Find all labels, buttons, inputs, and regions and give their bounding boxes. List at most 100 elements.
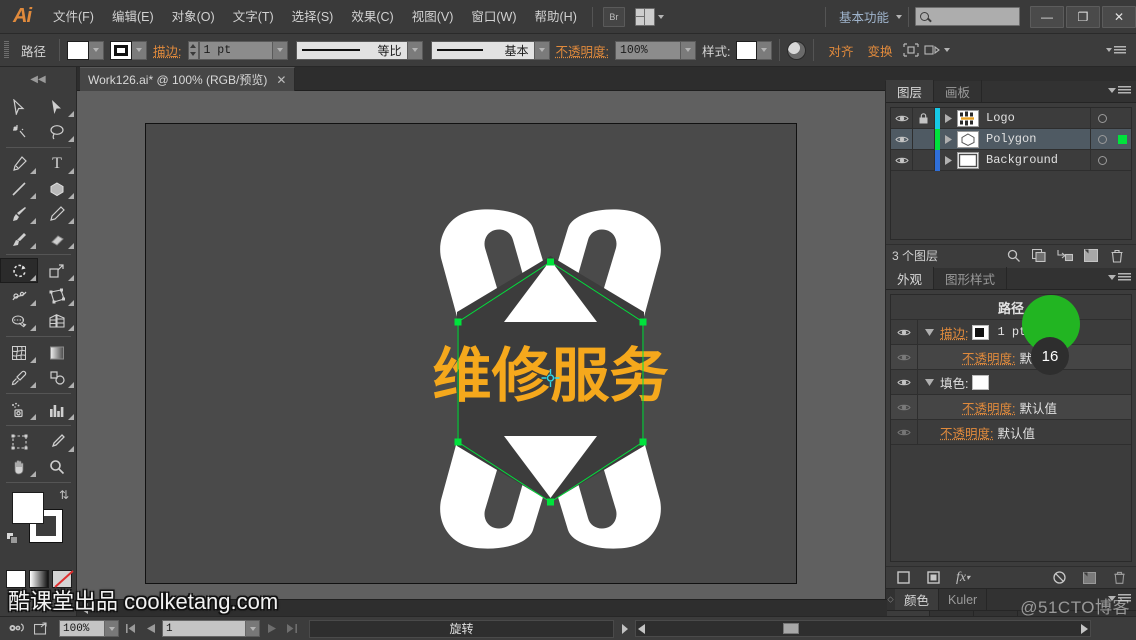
fill-color-control[interactable] <box>67 40 105 60</box>
layer-name[interactable]: Logo <box>986 111 1090 125</box>
tab-graphic-styles[interactable]: 图形样式 <box>934 267 1008 289</box>
opacity-input[interactable]: 100% <box>614 40 681 60</box>
options-bar-menu-button[interactable] <box>1106 45 1126 55</box>
appearance-visibility-toggle[interactable] <box>891 419 918 445</box>
stroke-dropdown-icon[interactable] <box>132 40 148 60</box>
layer-name[interactable]: Polygon <box>986 132 1090 146</box>
profile-dropdown-icon[interactable] <box>407 40 423 60</box>
duplicate-item-icon[interactable] <box>1079 569 1099 587</box>
stroke-weight-input[interactable]: 1 pt <box>198 40 273 60</box>
layer-lock-toggle[interactable] <box>913 107 935 129</box>
fill-row-swatch[interactable] <box>972 374 990 390</box>
maximize-button[interactable]: ❐ <box>1066 5 1100 28</box>
tab-artboards[interactable]: 画板 <box>934 80 983 102</box>
symbol-sprayer-tool[interactable] <box>0 397 38 422</box>
appearance-row-stroke[interactable]: 描边: 1 pt <box>891 319 1131 345</box>
layer-target-button[interactable] <box>1090 128 1113 150</box>
fill-color-box[interactable] <box>12 492 44 524</box>
stroke-row-label[interactable]: 描边: <box>940 323 968 342</box>
appearance-expand-icon[interactable] <box>918 328 940 336</box>
layer-target-button[interactable] <box>1090 149 1113 171</box>
layer-target-button[interactable] <box>1090 107 1113 129</box>
menu-select[interactable]: 选择(S) <box>283 0 343 34</box>
isolate-selected-object-icon[interactable] <box>900 41 922 60</box>
fill-row-label[interactable]: 填色: <box>940 373 968 392</box>
make-clipping-mask-icon[interactable] <box>1026 246 1052 266</box>
pen-tool[interactable] <box>0 151 38 176</box>
type-tool[interactable]: T <box>38 151 76 176</box>
slice-tool[interactable] <box>38 429 76 454</box>
layer-row-polygon[interactable]: Polygon <box>891 128 1131 150</box>
appearance-row-stroke-opacity[interactable]: 不透明度: 默认值 <box>891 344 1131 370</box>
brush-definition-select[interactable]: 基本 <box>430 40 535 60</box>
appearance-empty-area[interactable] <box>891 445 1131 561</box>
polygon-shape-tool[interactable] <box>38 176 76 201</box>
delete-layer-icon[interactable] <box>1104 246 1130 266</box>
stroke-swatch[interactable] <box>110 40 133 60</box>
hand-tool[interactable] <box>0 454 38 479</box>
fill-opacity-label[interactable]: 不透明度: <box>962 398 1015 417</box>
shape-builder-tool[interactable] <box>0 308 38 333</box>
appearance-expand-icon[interactable] <box>918 378 940 386</box>
line-segment-tool[interactable] <box>0 176 38 201</box>
gradient-tool[interactable] <box>38 340 76 365</box>
opacity-label[interactable]: 不透明度: <box>550 41 615 60</box>
arrange-documents-button[interactable] <box>634 7 664 26</box>
appearance-visibility-toggle[interactable] <box>891 344 918 370</box>
selection-tool[interactable] <box>0 94 38 119</box>
add-new-fill-icon[interactable] <box>923 569 943 587</box>
paintbrush-tool[interactable] <box>0 201 38 226</box>
lasso-tool[interactable] <box>38 119 76 144</box>
graphic-style-swatch[interactable] <box>736 40 758 60</box>
tab-color[interactable]: 颜色 <box>895 588 940 611</box>
workspace-chevron-icon[interactable] <box>896 14 902 19</box>
fill-dropdown-icon[interactable] <box>89 40 105 60</box>
stroke-weight-stepper[interactable] <box>187 40 199 60</box>
blend-tool[interactable] <box>38 365 76 390</box>
artboard-tool[interactable] <box>0 429 38 454</box>
minimize-button[interactable]: — <box>1030 5 1064 28</box>
document-tab-close-icon[interactable]: ✕ <box>276 73 286 87</box>
stroke-opacity-label[interactable]: 不透明度: <box>962 348 1015 367</box>
layer-lock-toggle[interactable] <box>913 149 935 171</box>
menu-file[interactable]: 文件(F) <box>44 0 103 34</box>
brush-dropdown-icon[interactable] <box>534 40 550 60</box>
opacity-mask-icon[interactable] <box>787 40 807 60</box>
layers-panel-menu-button[interactable] <box>1108 86 1131 95</box>
width-tool[interactable] <box>0 283 38 308</box>
stroke-profile-select[interactable]: 等比 <box>295 40 408 60</box>
status-text[interactable]: 旋转 <box>309 619 614 638</box>
toolbar-collapse-button[interactable]: ◀◀ <box>0 67 77 91</box>
free-transform-tool[interactable] <box>38 283 76 308</box>
create-new-layer-icon[interactable] <box>1078 246 1104 266</box>
create-new-sublayer-icon[interactable] <box>1052 246 1078 266</box>
stroke-color-control[interactable] <box>110 40 148 60</box>
options-bar-grip[interactable] <box>4 41 9 59</box>
blob-brush-tool[interactable] <box>0 226 38 251</box>
document-tab[interactable]: Work126.ai* @ 100% (RGB/预览) ✕ <box>80 67 296 91</box>
menu-object[interactable]: 对象(O) <box>163 0 224 34</box>
layer-name[interactable]: Background <box>986 153 1090 167</box>
layers-empty-area[interactable] <box>891 171 1131 239</box>
bridge-button[interactable]: Br <box>602 6 625 27</box>
selection-path[interactable] <box>429 204 672 554</box>
magic-wand-tool[interactable] <box>0 119 38 144</box>
share-on-behance-icon[interactable] <box>31 620 53 637</box>
layer-expand-icon[interactable] <box>940 134 957 144</box>
opacity-dropdown-icon[interactable] <box>680 40 696 60</box>
stroke-row-swatch[interactable] <box>972 324 990 340</box>
delete-item-icon[interactable] <box>1109 569 1129 587</box>
canvas-area[interactable]: 维修服务 <box>77 91 887 616</box>
zoom-level-input[interactable]: 100% <box>59 620 105 637</box>
appearance-panel-menu-button[interactable] <box>1108 273 1131 282</box>
search-input[interactable] <box>915 7 1020 26</box>
stroke-weight-label[interactable]: 描边: <box>147 41 187 60</box>
first-artboard-button[interactable] <box>122 620 139 637</box>
layer-expand-icon[interactable] <box>940 113 957 123</box>
appearance-row-object-opacity[interactable]: 不透明度: 默认值 <box>891 419 1131 445</box>
appearance-row-fill-opacity[interactable]: 不透明度: 默认值 <box>891 394 1131 420</box>
direct-selection-tool[interactable] <box>38 94 76 119</box>
default-fill-stroke-icon[interactable] <box>6 532 19 545</box>
mesh-tool[interactable] <box>0 340 38 365</box>
zoom-tool[interactable] <box>38 454 76 479</box>
